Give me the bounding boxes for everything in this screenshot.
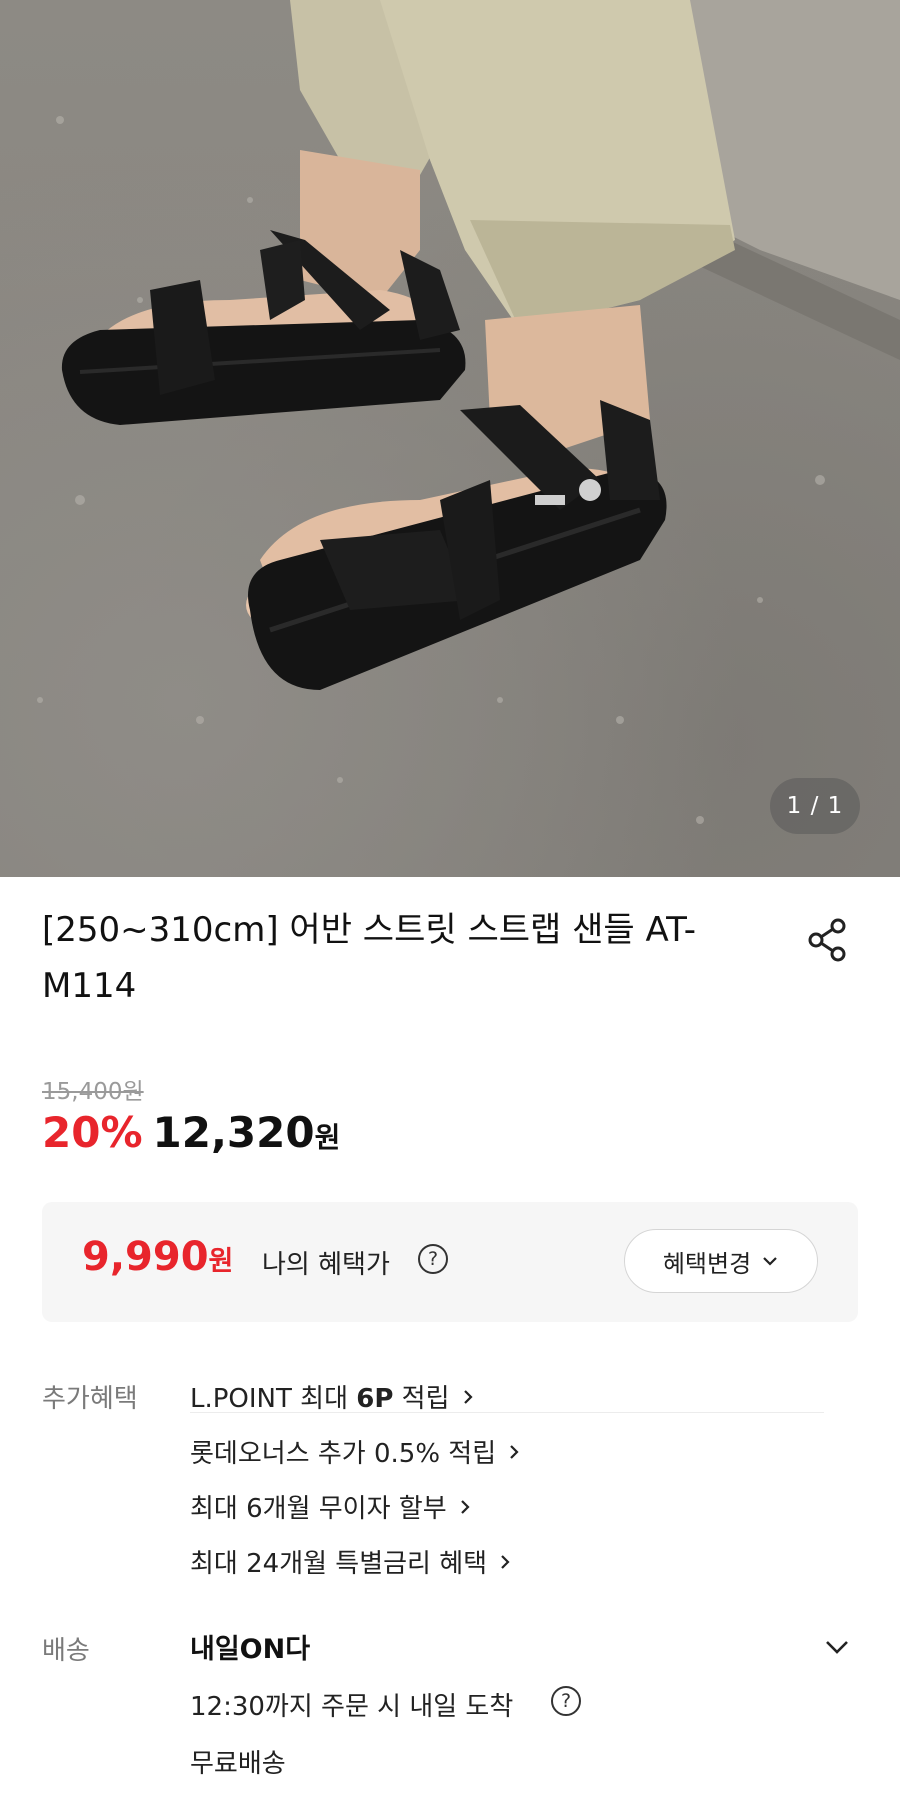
chevron-right-icon [460, 1499, 470, 1514]
chevron-right-icon [501, 1554, 510, 1569]
benefit-item-text: 최대 6개월 무이자 할부 [190, 1494, 447, 1524]
chevron-down-icon [763, 1257, 777, 1266]
help-circle-icon[interactable]: ? [551, 1686, 581, 1716]
benefit-item-installment[interactable]: 최대 6개월 무이자 할부 [190, 1488, 475, 1525]
shipping-order-info: 12:30까지 주문 시 내일 도착 [190, 1692, 514, 1722]
product-photo [37, 0, 900, 824]
divider [190, 1412, 824, 1413]
benefit-price: 9,990 원 [82, 1234, 233, 1280]
benefit-price-value: 9,990 [82, 1234, 209, 1280]
benefit-price-box: 9,990 원 나의 혜택가 ? 혜택변경 [42, 1202, 858, 1322]
benefit-price-unit: 원 [208, 1246, 234, 1277]
benefit-price-label: 나의 혜택가 [262, 1250, 390, 1280]
help-circle-icon[interactable]: ? [418, 1244, 448, 1274]
chevron-right-icon [463, 1389, 473, 1404]
benefit-item-text: 롯데오너스 추가 0.5% 적립 [190, 1439, 497, 1469]
price-row: 20% 12,320 원 [42, 1108, 340, 1164]
change-benefit-button[interactable]: 혜택변경 [624, 1229, 818, 1293]
product-title: [250~310cm] 어반 스트릿 스트랩 샌들 AT-M114 [42, 910, 696, 1006]
chevron-down-icon [826, 1641, 848, 1654]
shipping-fee: 무료배송 [190, 1749, 286, 1779]
sale-price: 12,320 [152, 1108, 315, 1157]
benefit-item-lotte-owners[interactable]: 롯데오너스 추가 0.5% 적립 [190, 1433, 524, 1470]
change-benefit-label: 혜택변경 [662, 1249, 752, 1278]
extra-benefits-label: 추가혜택 [42, 1384, 138, 1414]
shipping-expand-button[interactable] [820, 1630, 854, 1664]
shipping-title: 내일ON다 [190, 1634, 311, 1665]
image-counter: 1 / 1 [770, 778, 860, 834]
original-price: 15,400원 [42, 1079, 144, 1105]
share-icon [808, 918, 846, 962]
shipping-label: 배송 [42, 1636, 90, 1666]
sale-price-unit: 원 [314, 1121, 341, 1154]
benefit-item-text: 최대 24개월 특별금리 혜택 [190, 1549, 488, 1579]
benefit-item-lpoint[interactable]: L.POINT 최대 6P 적립 [190, 1378, 478, 1415]
share-button[interactable] [800, 912, 856, 968]
discount-rate: 20% [42, 1108, 143, 1157]
product-image[interactable]: 1 / 1 [0, 0, 900, 877]
benefit-item-special-rate[interactable]: 최대 24개월 특별금리 혜택 [190, 1543, 515, 1580]
benefit-item-text: L.POINT 최대 6P 적립 [190, 1384, 450, 1414]
chevron-right-icon [510, 1444, 519, 1459]
